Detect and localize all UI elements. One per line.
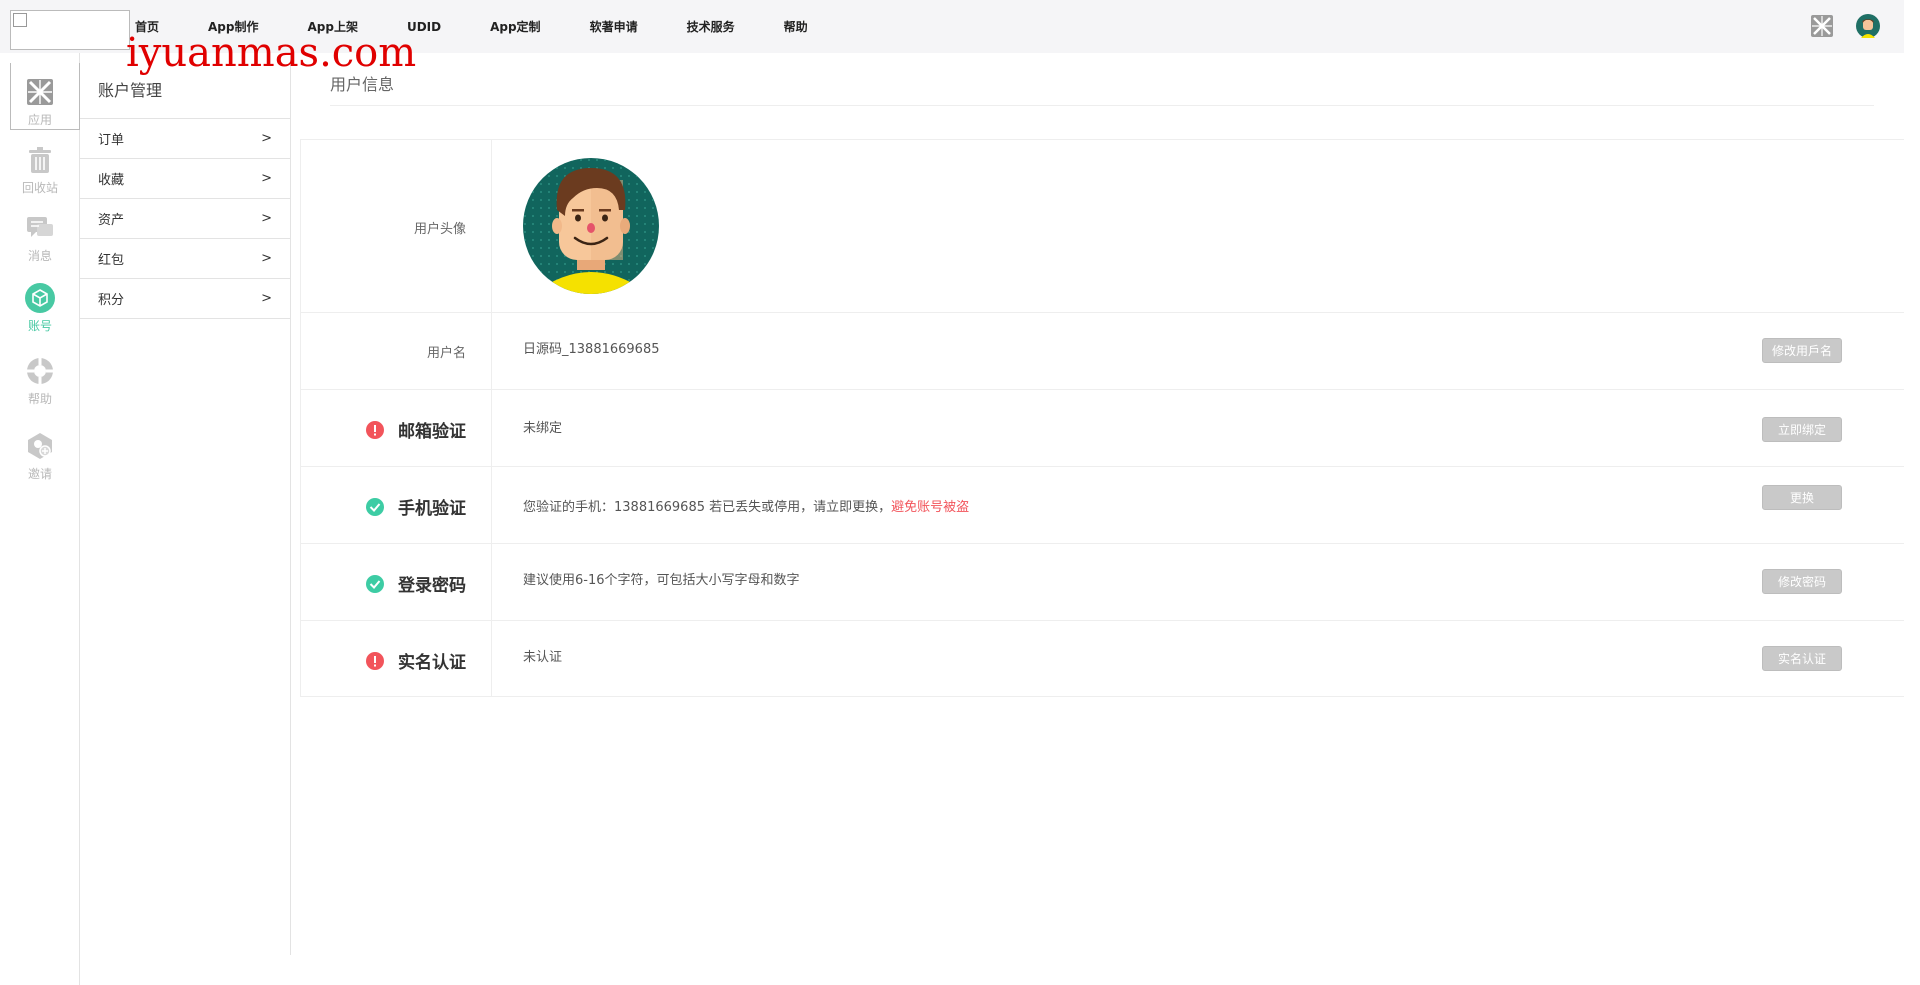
account-submenu: 账户管理 订单 > 收藏 > 资产 > 红包 > 积分 > xyxy=(80,53,291,955)
label-cell: 手机验证 xyxy=(301,467,492,543)
chevron-right-icon: > xyxy=(261,211,272,226)
apps-grid-icon[interactable] xyxy=(1810,14,1834,38)
phone-value: 您验证的手机：13881669685 若已丢失或停用，请立即更换，避免账号被盗 xyxy=(523,496,969,515)
label-cell: 用户头像 xyxy=(301,140,492,312)
top-right-tools xyxy=(1810,14,1880,38)
change-phone-button[interactable]: 更换 xyxy=(1762,485,1842,510)
account-cube-icon xyxy=(25,283,55,313)
label-cell: 实名认证 xyxy=(301,621,492,696)
broken-image-icon xyxy=(13,13,27,27)
check-icon xyxy=(366,574,384,593)
submenu-item-favorites[interactable]: 收藏 > xyxy=(80,159,290,199)
realname-label: 实名认证 xyxy=(398,653,466,673)
chevron-right-icon: > xyxy=(261,131,272,146)
submenu-label: 积分 xyxy=(98,293,125,308)
rail-item-trash[interactable]: 回收站 xyxy=(10,145,70,196)
avatar-label: 用户头像 xyxy=(413,222,466,237)
chevron-right-icon: > xyxy=(261,251,272,266)
icon-rail: 应用 回收站 消息 账号 帮助 邀请 xyxy=(0,53,80,985)
warning-icon xyxy=(366,651,384,670)
nav-help[interactable]: 帮助 xyxy=(784,18,808,35)
password-label: 登录密码 xyxy=(398,576,466,596)
realname-row: 实名认证 未认证 实名认证 xyxy=(301,620,1904,697)
email-verify-row: 邮箱验证 未绑定 立即绑定 xyxy=(301,389,1904,466)
submenu-item-assets[interactable]: 资产 > xyxy=(80,199,290,239)
rail-label-help: 帮助 xyxy=(27,392,52,406)
nav-app-custom[interactable]: App定制 xyxy=(490,18,540,35)
trash-icon xyxy=(29,147,51,173)
submenu-item-red-packets[interactable]: 红包 > xyxy=(80,239,290,279)
chevron-right-icon: > xyxy=(261,171,272,186)
logo-broken-image[interactable] xyxy=(10,10,130,50)
user-avatar-large[interactable] xyxy=(523,158,659,294)
rail-item-messages[interactable]: 消息 xyxy=(10,213,70,264)
rail-label-messages: 消息 xyxy=(27,249,52,263)
submenu-item-orders[interactable]: 订单 > xyxy=(80,119,290,159)
submenu-label: 红包 xyxy=(98,253,125,268)
rail-item-apps[interactable]: 应用 xyxy=(10,77,70,128)
rail-item-account[interactable]: 账号 xyxy=(10,283,70,334)
password-row: 登录密码 建议使用6-16个字符，可包括大小写字母和数字 修改密码 xyxy=(301,543,1904,620)
realname-verify-button[interactable]: 实名认证 xyxy=(1762,646,1842,671)
divider xyxy=(330,105,1874,106)
rail-item-help[interactable]: 帮助 xyxy=(10,356,70,407)
invite-icon xyxy=(28,433,52,459)
watermark-text: iyuanmas.com xyxy=(126,30,417,76)
apps-icon xyxy=(27,79,53,105)
submenu-label: 订单 xyxy=(98,133,125,148)
phone-value-text: 您验证的手机：13881669685 若已丢失或停用，请立即更换， xyxy=(523,500,892,515)
phone-verify-row: 手机验证 您验证的手机：13881669685 若已丢失或停用，请立即更换，避免… xyxy=(301,466,1904,543)
rail-item-invite[interactable]: 邀请 xyxy=(10,431,70,482)
phone-warning-text: 避免账号被盗 xyxy=(891,500,970,515)
submenu-label: 资产 xyxy=(98,213,125,228)
label-cell: 用户名 xyxy=(301,313,492,389)
password-label-group: 登录密码 xyxy=(366,571,466,596)
rail-label-apps: 应用 xyxy=(27,113,52,127)
rail-label-account: 账号 xyxy=(27,319,52,333)
email-value: 未绑定 xyxy=(523,421,563,436)
change-password-button[interactable]: 修改密码 xyxy=(1762,569,1842,594)
realname-value: 未认证 xyxy=(523,650,563,665)
chevron-right-icon: > xyxy=(261,291,272,306)
rail-label-trash: 回收站 xyxy=(21,181,58,195)
lifebuoy-icon xyxy=(27,358,53,384)
realname-label-group: 实名认证 xyxy=(366,648,466,673)
phone-label: 手机验证 xyxy=(398,499,466,519)
message-icon xyxy=(27,217,53,237)
edit-username-button[interactable]: 修改用戶名 xyxy=(1762,338,1842,363)
rail-label-invite: 邀请 xyxy=(27,467,52,481)
check-icon xyxy=(366,497,384,516)
label-cell: 邮箱验证 xyxy=(301,390,492,466)
email-label: 邮箱验证 xyxy=(398,422,466,442)
nav-copyright[interactable]: 软著申请 xyxy=(590,18,638,35)
submenu-item-points[interactable]: 积分 > xyxy=(80,279,290,319)
warning-icon xyxy=(366,420,384,439)
label-cell: 登录密码 xyxy=(301,544,492,620)
bind-email-button[interactable]: 立即绑定 xyxy=(1762,417,1842,442)
username-row: 用户名 日源码_13881669685 修改用戶名 xyxy=(301,312,1904,389)
user-info-table: 用户头像 用户名 日源码_13881669685 修改用戶名 邮箱验证 未绑定 … xyxy=(300,139,1904,697)
email-label-group: 邮箱验证 xyxy=(366,417,466,442)
password-hint: 建议使用6-16个字符，可包括大小写字母和数字 xyxy=(523,573,800,588)
nav-tech[interactable]: 技术服务 xyxy=(687,18,735,35)
user-avatar[interactable] xyxy=(1856,14,1880,38)
submenu-label: 收藏 xyxy=(98,173,125,188)
phone-label-group: 手机验证 xyxy=(366,494,466,519)
username-value: 日源码_13881669685 xyxy=(523,342,660,357)
username-label: 用户名 xyxy=(426,346,466,361)
avatar-row: 用户头像 xyxy=(301,139,1904,312)
